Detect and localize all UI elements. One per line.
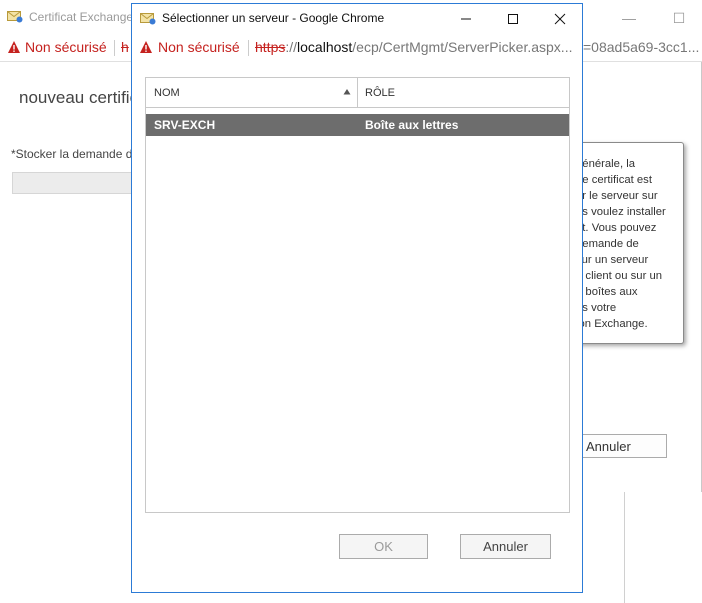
column-divider[interactable] [357, 78, 358, 108]
background-url-tail[interactable]: =08ad5a69-3cc1... [583, 39, 699, 55]
server-role-cell: Boîte aux lettres [365, 118, 459, 132]
background-url-head[interactable]: h [121, 39, 129, 55]
address-separator [114, 40, 115, 56]
exchange-envelope-icon [140, 13, 156, 25]
background-page-heading: nouveau certific [19, 88, 139, 107]
dialog-security-label[interactable]: Non sécurisé [158, 39, 240, 55]
url-host: localhost [297, 39, 353, 55]
sort-ascending-icon[interactable] [343, 88, 351, 96]
background-security-label[interactable]: Non sécurisé [25, 39, 107, 55]
maximize-icon[interactable]: ☐ [664, 8, 694, 28]
close-icon[interactable] [543, 8, 577, 30]
ok-button[interactable]: OK [339, 534, 428, 559]
background-cancel-button[interactable]: Annuler [575, 434, 667, 458]
address-separator [248, 40, 249, 56]
url-separator: :// [285, 39, 298, 55]
url-scheme: https [255, 39, 286, 55]
grid-header: NOM RÔLE [146, 78, 569, 108]
minimize-icon[interactable]: — [614, 8, 644, 28]
dialog-url[interactable]: https://localhost/ecp/CertMgmt/ServerPic… [255, 39, 577, 55]
column-header-role[interactable]: RÔLE [365, 87, 395, 99]
background-field-label: *Stocker la demande d [11, 147, 133, 161]
warning-triangle-icon [8, 41, 20, 53]
cancel-button[interactable]: Annuler [460, 534, 551, 559]
background-divider [624, 492, 625, 603]
background-window-title: Certificat Exchange [29, 10, 134, 24]
maximize-icon[interactable] [496, 8, 530, 30]
help-tooltip-text: générale, la de certificat est ur le ser… [576, 158, 666, 330]
url-path: /ecp/CertMgmt/ServerPicker.aspx... [352, 39, 573, 55]
background-path-input[interactable] [12, 172, 137, 194]
exchange-envelope-icon [7, 11, 23, 23]
server-grid[interactable]: NOM RÔLE SRV-EXCH Boîte aux lettres [145, 77, 570, 513]
warning-triangle-icon [140, 41, 152, 53]
dialog-title: Sélectionner un serveur - Google Chrome [162, 11, 385, 25]
server-picker-dialog: Sélectionner un serveur - Google Chrome … [131, 3, 583, 593]
table-row[interactable]: SRV-EXCH Boîte aux lettres [146, 114, 569, 136]
column-header-name[interactable]: NOM [154, 87, 180, 99]
minimize-icon[interactable] [449, 8, 483, 30]
server-name-cell: SRV-EXCH [154, 118, 216, 132]
